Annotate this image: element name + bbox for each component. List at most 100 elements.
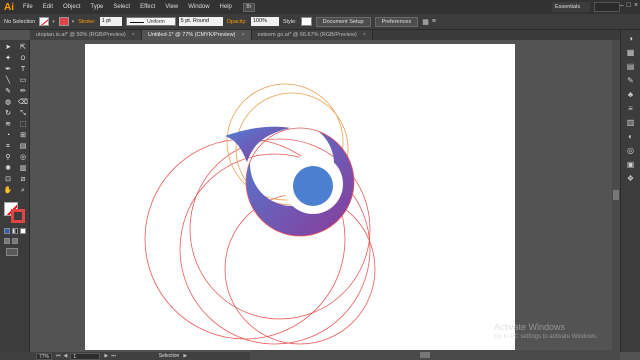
maximize-icon[interactable]: □ (627, 2, 631, 9)
gradient-mode-icon[interactable] (12, 228, 18, 234)
slice-tool-icon[interactable]: ⧄ (16, 175, 30, 185)
stroke-swatch[interactable] (58, 17, 69, 26)
shape-builder-tool-icon[interactable]: ◔ (1, 131, 15, 141)
paintbrush-tool-icon[interactable]: ✎ (1, 87, 15, 97)
none-mode-icon[interactable] (20, 228, 26, 234)
menu-view[interactable]: View (160, 4, 183, 10)
artboard-tool-icon[interactable]: ⊡ (1, 175, 15, 185)
magic-wand-tool-icon[interactable]: ✦ (1, 54, 15, 64)
tab-label: utopian.io.ai* @ 50% (RGB/Preview) (36, 32, 126, 38)
status-menu-icon[interactable]: ▶ (183, 353, 187, 359)
close-icon[interactable]: × (363, 32, 366, 38)
menu-file[interactable]: File (18, 4, 38, 10)
zoom-tool-icon[interactable]: ⌕ (16, 186, 30, 196)
free-transform-tool-icon[interactable]: ⬚ (16, 120, 30, 130)
pen-tool-icon[interactable]: ✒ (1, 65, 15, 75)
menu-object[interactable]: Object (58, 4, 85, 10)
fill-swatch[interactable] (39, 17, 50, 26)
menu-effect[interactable]: Effect (135, 4, 160, 10)
tab-utopian[interactable]: utopian.io.ai* @ 50% (RGB/Preview) × (30, 30, 142, 40)
eraser-tool-icon[interactable]: ⌫ (16, 98, 30, 108)
hand-tool-icon[interactable]: ✋ (1, 186, 15, 196)
minimize-icon[interactable]: – (620, 2, 624, 9)
tab-untitled[interactable]: Untitled-1* @ 77% (CMYK/Preview) × (141, 30, 252, 40)
type-tool-icon[interactable]: T (16, 65, 30, 75)
chevron-down-icon[interactable]: ▾ (52, 19, 55, 25)
bridge-button[interactable]: Br (242, 2, 255, 12)
tab-esteem[interactable]: esteem go.ai* @ 66.67% (RGB/Preview) × (251, 30, 373, 40)
column-graph-tool-icon[interactable]: ▥ (16, 164, 30, 174)
lasso-tool-icon[interactable]: ଠ (16, 54, 30, 64)
perspective-grid-tool-icon[interactable]: ⊞ (16, 131, 30, 141)
screen-mode-icon[interactable] (6, 248, 18, 256)
draw-mode-buttons (0, 238, 29, 244)
rotate-tool-icon[interactable]: ↻ (1, 109, 15, 119)
line-tool-icon[interactable]: ╲ (1, 76, 15, 86)
panel-menu-icon[interactable]: ≡ (432, 18, 436, 25)
variable-width-profile[interactable]: Uniform (125, 17, 176, 26)
draw-behind-icon[interactable] (12, 238, 18, 244)
horizontal-scrollbar[interactable] (250, 350, 620, 360)
symbols-icon[interactable]: ♣ (624, 89, 638, 100)
scroll-thumb[interactable] (420, 352, 430, 358)
search-input[interactable] (594, 2, 620, 12)
stroke-weight-field[interactable]: 1 pt (99, 17, 122, 26)
scale-tool-icon[interactable]: ⤡ (16, 109, 30, 119)
document-setup-button[interactable]: Document Setup (315, 16, 371, 27)
next-artboard-icon[interactable]: ▶ (104, 353, 108, 359)
graphic-style-swatch[interactable] (300, 17, 312, 26)
width-tool-icon[interactable]: ≋ (1, 120, 15, 130)
workspace-switcher[interactable]: Essentials (552, 2, 590, 12)
rectangle-tool-icon[interactable]: ▭ (16, 76, 30, 86)
menu-select[interactable]: Select (108, 4, 135, 10)
opacity-label[interactable]: Opacity: (227, 19, 247, 25)
direct-selection-tool-icon[interactable]: ⇱ (16, 43, 30, 53)
tools-panel: ➤ ⇱ ✦ ଠ ✒ T ╲ ▭ ✎ ✏ ◍ ⌫ ↻ ⤡ ≋ ⬚ ◔ ⊞ ⌗ ▤ … (0, 40, 30, 352)
symbol-sprayer-tool-icon[interactable]: ✺ (1, 164, 15, 174)
menu-edit[interactable]: Edit (38, 4, 58, 10)
canvas-area[interactable] (30, 40, 620, 350)
blob-brush-tool-icon[interactable]: ◍ (1, 98, 15, 108)
stroke-color-swatch[interactable] (11, 209, 25, 223)
menu-type[interactable]: Type (85, 4, 108, 10)
arrange-icon[interactable]: ▦ (422, 18, 429, 26)
gradient-tool-icon[interactable]: ▤ (16, 142, 30, 152)
swatches-icon[interactable]: ▤ (624, 61, 638, 72)
menu-help[interactable]: Help (215, 4, 237, 10)
transparency-icon[interactable]: ◐ (624, 131, 638, 142)
appearance-icon[interactable]: ◎ (624, 145, 638, 156)
scroll-thumb[interactable] (613, 190, 619, 200)
first-artboard-icon[interactable]: ⏮ (56, 353, 61, 359)
selection-tool-icon[interactable]: ➤ (1, 43, 15, 53)
preferences-button[interactable]: Preferences (374, 16, 419, 27)
vertical-scrollbar[interactable] (612, 40, 620, 350)
brush-definition[interactable]: 5 pt. Round (178, 17, 223, 26)
gradient-icon[interactable]: ▥ (624, 117, 638, 128)
last-artboard-icon[interactable]: ⏭ (111, 353, 116, 359)
chevron-down-icon[interactable]: ▾ (72, 19, 75, 25)
stroke-icon[interactable]: ≡ (624, 103, 638, 114)
iris-circle[interactable] (293, 166, 333, 206)
artboard-number-field[interactable]: 1 (70, 352, 101, 360)
mesh-tool-icon[interactable]: ⌗ (1, 142, 15, 152)
opacity-field[interactable]: 100% (250, 17, 279, 26)
brushes-icon[interactable]: ✎ (624, 75, 638, 86)
zoom-field[interactable]: 77% (36, 352, 53, 360)
color-panel-icon[interactable]: ◑ (624, 33, 638, 44)
color-mode-icon[interactable] (4, 228, 10, 234)
close-icon[interactable]: × (634, 2, 638, 9)
draw-normal-icon[interactable] (4, 238, 10, 244)
color-guide-icon[interactable]: ▦ (624, 47, 638, 58)
stroke-label[interactable]: Stroke: (78, 19, 95, 25)
close-icon[interactable]: × (132, 32, 135, 38)
prev-artboard-icon[interactable]: ◀ (64, 353, 68, 359)
blend-tool-icon[interactable]: ◎ (16, 153, 30, 163)
pencil-tool-icon[interactable]: ✏ (16, 87, 30, 97)
panel-dock: ◑ ▦ ▤ ✎ ♣ ≡ ▥ ◐ ◎ ▣ ❖ (620, 30, 640, 352)
menu-window[interactable]: Window (183, 4, 214, 10)
layers-icon[interactable]: ❖ (624, 173, 638, 184)
graphic-styles-icon[interactable]: ▣ (624, 159, 638, 170)
artboard[interactable] (85, 44, 515, 350)
eyedropper-tool-icon[interactable]: ⚲ (1, 153, 15, 163)
close-icon[interactable]: × (241, 32, 244, 38)
